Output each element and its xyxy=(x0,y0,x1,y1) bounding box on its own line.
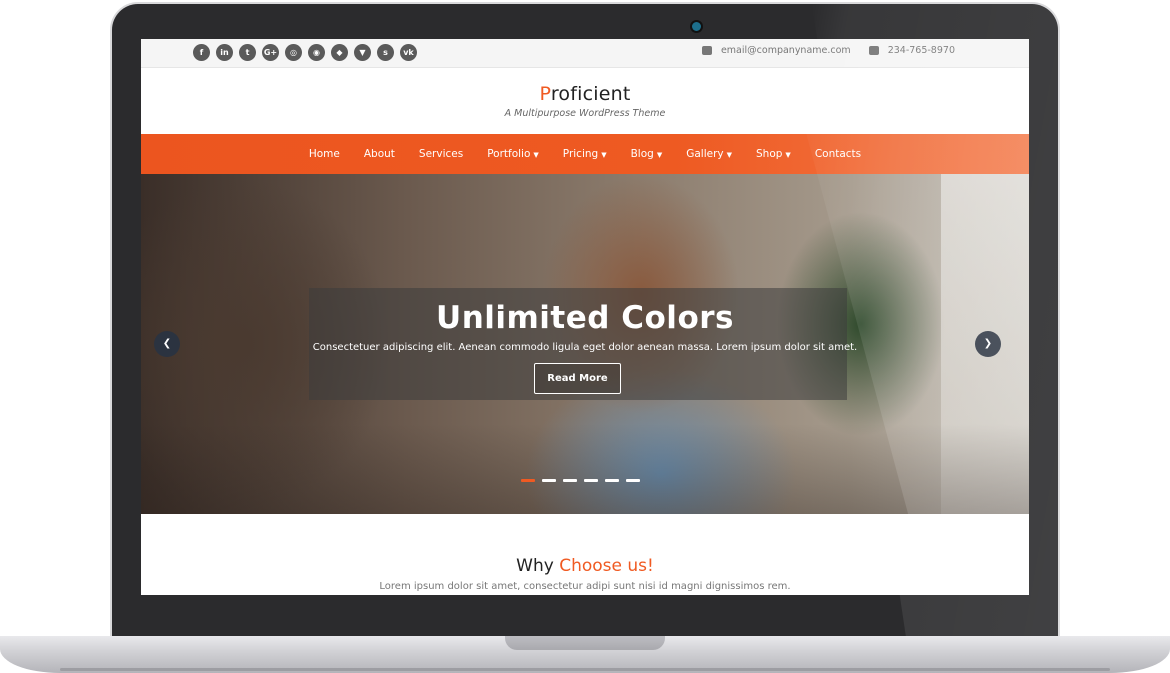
dribbble-icon[interactable]: ◉ xyxy=(308,44,325,61)
vk-icon[interactable]: vk xyxy=(400,44,417,61)
slide-text: Consectetuer adipiscing elit. Aenean com… xyxy=(312,342,858,353)
slider-dot[interactable] xyxy=(584,479,598,482)
hero-background-shade xyxy=(141,424,1029,514)
instagram-icon[interactable]: ◎ xyxy=(285,44,302,61)
website-screen: f in t G+ ◎ ◉ ◆ ▼ s vk email@companyname.com 234-… xyxy=(141,39,1029,595)
social-links: f in t G+ ◎ ◉ ◆ ▼ s vk xyxy=(193,44,417,61)
nav-item-label: Blog xyxy=(630,148,654,160)
site-tagline: A Multipurpose WordPress Theme xyxy=(504,108,666,119)
slide-title: Unlimited Colors xyxy=(436,300,734,336)
logo-rest: roficient xyxy=(550,83,631,105)
logo-first-letter: P xyxy=(539,83,551,105)
chevron-right-icon: ❯ xyxy=(983,338,993,349)
nav-item-shop[interactable]: Shop ▼ xyxy=(744,148,803,160)
section-title-accent: Choose us! xyxy=(559,556,654,576)
site-logo[interactable]: Proficient xyxy=(141,83,1029,105)
caret-down-icon: ▼ xyxy=(785,151,791,159)
github-icon[interactable]: ◆ xyxy=(331,44,348,61)
nav-item-label: Pricing xyxy=(562,148,599,160)
slider-dot[interactable] xyxy=(521,479,535,482)
top-bar: f in t G+ ◎ ◉ ◆ ▼ s vk email@companyname.com 234-… xyxy=(141,39,1029,68)
slider-dot[interactable] xyxy=(563,479,577,482)
skype-icon[interactable]: s xyxy=(377,44,394,61)
slider-next-button[interactable]: ❯ xyxy=(975,331,1001,357)
nav-item-label: Gallery xyxy=(686,148,724,160)
nav-item-label: Home xyxy=(308,148,340,160)
slider-pagination xyxy=(521,479,640,482)
nav-item-label: Services xyxy=(418,148,464,160)
phone-icon xyxy=(868,46,879,55)
caret-down-icon: ▼ xyxy=(533,151,539,159)
contact-info: email@companyname.com 234-765-8970 xyxy=(701,45,955,56)
nav-item-home[interactable]: Home xyxy=(297,148,352,160)
slider-dot[interactable] xyxy=(626,479,640,482)
section-title-plain: Why xyxy=(516,556,560,576)
twitter-icon[interactable]: t xyxy=(239,44,256,61)
read-more-button[interactable]: Read More xyxy=(534,363,621,394)
envelope-icon xyxy=(701,46,712,55)
linkedin-icon[interactable]: in xyxy=(216,44,233,61)
slider-prev-button[interactable]: ❮ xyxy=(154,331,180,357)
nav-item-label: Shop xyxy=(756,148,783,160)
slider-dot[interactable] xyxy=(605,479,619,482)
nav-item-label: Contacts xyxy=(814,148,862,160)
caret-down-icon: ▼ xyxy=(656,151,663,159)
slider-dot[interactable] xyxy=(542,479,556,482)
chevron-left-icon: ❮ xyxy=(162,338,172,349)
nav-item-services[interactable]: Services xyxy=(407,148,475,160)
nav-item-contacts[interactable]: Contacts xyxy=(803,148,873,160)
nav-item-blog[interactable]: Blog ▼ xyxy=(619,148,675,160)
caret-down-icon: ▼ xyxy=(726,151,732,159)
nav-item-label: Portfolio xyxy=(487,148,531,160)
laptop-foot xyxy=(60,668,1110,671)
main-navigation: Home About Services Portfolio ▼ Pricing ▼ Blog ▼… xyxy=(141,134,1029,174)
nav-item-gallery[interactable]: Gallery ▼ xyxy=(674,148,744,160)
laptop-notch xyxy=(505,636,665,650)
caret-down-icon: ▼ xyxy=(601,151,607,159)
nav-item-label: About xyxy=(363,148,395,160)
section-title: Why Choose us! xyxy=(141,556,1029,576)
section-subtitle: Lorem ipsum dolor sit amet, consectetur … xyxy=(379,581,791,592)
site-branding: Proficient A Multipurpose WordPress Them… xyxy=(141,83,1029,119)
foursquare-icon[interactable]: ▼ xyxy=(354,44,371,61)
hero-slider: Unlimited Colors Consectetuer adipiscing… xyxy=(141,174,1029,514)
webcam xyxy=(692,22,701,31)
email-link[interactable]: email@companyname.com xyxy=(721,45,851,56)
nav-item-pricing[interactable]: Pricing ▼ xyxy=(551,148,619,160)
nav-item-about[interactable]: About xyxy=(352,148,407,160)
nav-item-portfolio[interactable]: Portfolio ▼ xyxy=(475,148,551,160)
facebook-icon[interactable]: f xyxy=(193,44,210,61)
google-plus-icon[interactable]: G+ xyxy=(262,44,279,61)
phone-number[interactable]: 234-765-8970 xyxy=(888,45,955,56)
